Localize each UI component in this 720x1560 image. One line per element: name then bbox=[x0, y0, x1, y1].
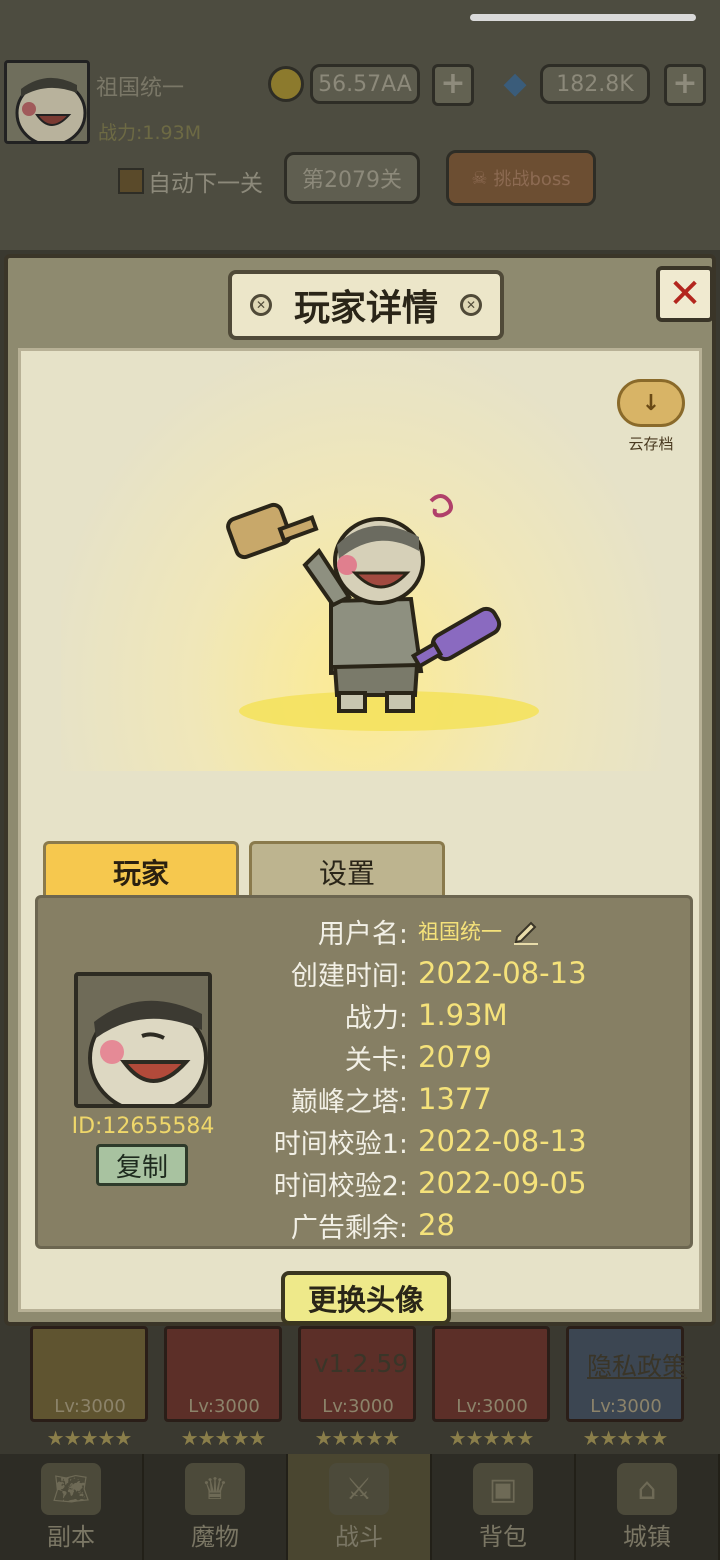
player-face-icon bbox=[7, 63, 87, 141]
close-button[interactable]: ✕ bbox=[656, 266, 714, 322]
field-ads-remaining: 广告剩余: 28 bbox=[262, 1204, 455, 1246]
hero-level: Lv:3000 bbox=[54, 1396, 126, 1417]
player-details-dialog: ✕ 玩家详情 ✕ ✕ ↓ 云存档 玩家 设置 ID:12655584 复制 用户… bbox=[4, 254, 716, 1381]
field-value: 2022-09-05 bbox=[418, 1166, 587, 1200]
field-time-check-1: 时间校验1: 2022-08-13 bbox=[262, 1120, 587, 1162]
hero-stars-row: ★★★★★ ★★★★★ ★★★★★ ★★★★★ ★★★★★ bbox=[30, 1426, 700, 1450]
nav-item-town[interactable]: ⌂ 城镇 bbox=[576, 1454, 720, 1560]
nav-label: 战斗 bbox=[335, 1523, 383, 1551]
field-label: 用户名: bbox=[317, 918, 408, 950]
hero-level: Lv:3000 bbox=[188, 1396, 260, 1417]
top-power: 战力:1.93M bbox=[98, 122, 202, 144]
swords-icon: ⚔ bbox=[329, 1463, 389, 1515]
nav-item-battle[interactable]: ⚔ 战斗 bbox=[288, 1454, 432, 1560]
hero-level: Lv:3000 bbox=[590, 1396, 662, 1417]
hero-stars: ★★★★★ bbox=[314, 1426, 401, 1450]
player-face-icon bbox=[78, 976, 208, 1104]
bottom-nav: 🗺 副本 ♛ 魔物 ⚔ 战斗 ▣ 背包 ⌂ 城镇 bbox=[0, 1454, 720, 1560]
nav-item-dungeon[interactable]: 🗺 副本 bbox=[0, 1454, 144, 1560]
field-value: 2022-08-13 bbox=[418, 1124, 587, 1158]
add-gem-button[interactable]: + bbox=[664, 64, 706, 106]
field-label: 巅峰之塔: bbox=[290, 1086, 408, 1118]
field-label: 广告剩余: bbox=[290, 1212, 408, 1244]
nav-label: 魔物 bbox=[191, 1523, 239, 1551]
dialog-title-plate: ✕ 玩家详情 ✕ bbox=[228, 270, 504, 340]
stage-indicator: 第2079关 bbox=[284, 152, 420, 204]
backpack-icon: ▣ bbox=[473, 1463, 533, 1515]
hero-level: Lv:3000 bbox=[322, 1396, 394, 1417]
field-username: 用户名: 祖国统一 bbox=[262, 910, 540, 952]
field-label: 时间校验1: bbox=[273, 1128, 408, 1160]
field-created: 创建时间: 2022-08-13 bbox=[262, 952, 587, 994]
hero-stars: ★★★★★ bbox=[582, 1426, 669, 1450]
field-label: 关卡: bbox=[344, 1044, 408, 1076]
gem-amount: 182.8K bbox=[540, 64, 650, 104]
edit-name-icon[interactable] bbox=[512, 917, 540, 945]
cloud-save-button[interactable]: ↓ 云存档 bbox=[613, 371, 689, 455]
nav-label: 城镇 bbox=[623, 1523, 671, 1551]
monster-icon: ♛ bbox=[185, 1463, 245, 1515]
dialog-content: ↓ 云存档 玩家 设置 ID:12655584 复制 用户名: 祖国统一 创建时… bbox=[18, 348, 702, 1381]
player-avatar[interactable] bbox=[4, 60, 90, 144]
hero-stars: ★★★★★ bbox=[180, 1426, 267, 1450]
bolt-icon: ✕ bbox=[460, 294, 482, 316]
privacy-policy-link[interactable]: 隐私政策 bbox=[587, 1347, 687, 1383]
field-value: 1.93M bbox=[418, 998, 508, 1032]
cloud-download-icon: ↓ bbox=[617, 379, 685, 427]
town-icon: ⌂ bbox=[617, 1463, 677, 1515]
hero-card[interactable]: Lv:3000 bbox=[164, 1326, 282, 1422]
player-portrait bbox=[74, 972, 212, 1108]
app-version: v1.2.59 bbox=[313, 1349, 409, 1378]
gold-coin-icon bbox=[268, 66, 304, 102]
field-label: 战力: bbox=[344, 1002, 408, 1034]
challenge-boss-button[interactable]: ☠ 挑战boss bbox=[446, 150, 596, 206]
field-label: 创建时间: bbox=[290, 960, 408, 992]
add-gold-button[interactable]: + bbox=[432, 64, 474, 106]
field-value: 28 bbox=[418, 1208, 455, 1242]
challenge-boss-label: 挑战boss bbox=[493, 169, 571, 190]
hero-card[interactable]: Lv:3000 bbox=[30, 1326, 148, 1422]
map-icon: 🗺 bbox=[41, 1463, 101, 1515]
nav-item-monster[interactable]: ♛ 魔物 bbox=[144, 1454, 288, 1560]
auto-next-checkbox[interactable] bbox=[118, 168, 144, 194]
system-status-pill bbox=[470, 14, 696, 21]
field-value: 2079 bbox=[418, 1040, 492, 1074]
field-value: 1377 bbox=[418, 1082, 492, 1116]
field-stage: 关卡: 2079 bbox=[262, 1036, 492, 1078]
player-id: ID:12655584 bbox=[71, 1114, 215, 1139]
nav-item-backpack[interactable]: ▣ 背包 bbox=[432, 1454, 576, 1560]
boss-icon: ☠ bbox=[471, 167, 488, 189]
player-character-icon bbox=[226, 494, 502, 713]
field-time-check-2: 时间校验2: 2022-09-05 bbox=[262, 1162, 587, 1204]
change-avatar-button[interactable]: 更换头像 bbox=[281, 1271, 451, 1325]
tab-player[interactable]: 玩家 bbox=[43, 841, 239, 899]
field-value: 2022-08-13 bbox=[418, 956, 587, 990]
cloud-save-label: 云存档 bbox=[628, 435, 674, 453]
dialog-title: 玩家详情 bbox=[293, 288, 438, 329]
hero-level: Lv:3000 bbox=[456, 1396, 528, 1417]
player-info-panel: ID:12655584 复制 用户名: 祖国统一 创建时间: 2022-08-1… bbox=[35, 895, 693, 1249]
field-label: 时间校验2: bbox=[273, 1170, 408, 1202]
hero-stars: ★★★★★ bbox=[448, 1426, 535, 1450]
hero-card[interactable]: Lv:3000 bbox=[432, 1326, 550, 1422]
field-power: 战力: 1.93M bbox=[262, 994, 508, 1036]
auto-next-toggle[interactable]: 自动下一关 bbox=[118, 164, 263, 198]
hero-stars: ★★★★★ bbox=[46, 1426, 133, 1450]
gem-icon: ◆ bbox=[503, 66, 527, 101]
nav-label: 背包 bbox=[479, 1523, 527, 1551]
tab-settings[interactable]: 设置 bbox=[249, 841, 445, 899]
top-player-name: 祖国统一 bbox=[96, 76, 185, 101]
gold-amount: 56.57AA bbox=[310, 64, 420, 104]
auto-next-label: 自动下一关 bbox=[148, 171, 263, 197]
field-value: 祖国统一 bbox=[418, 920, 502, 944]
copy-id-button[interactable]: 复制 bbox=[96, 1144, 188, 1186]
field-peak-tower: 巅峰之塔: 1377 bbox=[262, 1078, 492, 1120]
bolt-icon: ✕ bbox=[249, 294, 272, 316]
nav-label: 副本 bbox=[47, 1523, 95, 1551]
